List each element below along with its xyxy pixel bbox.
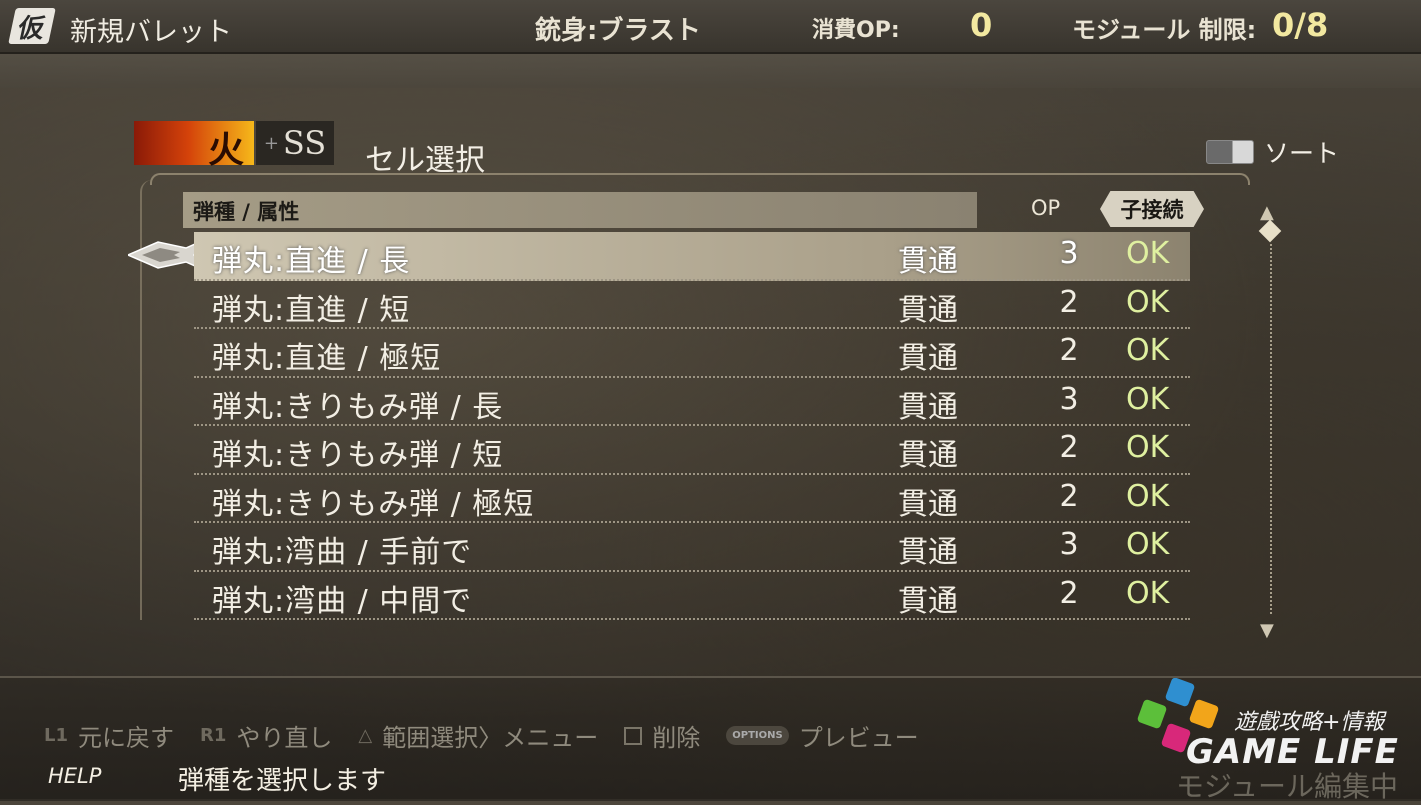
row-child-connect: OK (1126, 236, 1170, 271)
row-name: 弾丸:直進 / 長 (212, 244, 411, 279)
row-op: 2 (1059, 430, 1079, 465)
row-op: 2 (1059, 333, 1079, 368)
row-name: 弾丸:直進 / 極短 (212, 341, 442, 376)
row-name: 弾丸:湾曲 / 中間で (212, 583, 473, 619)
redo-label: やり直し (236, 724, 333, 752)
barrel-type: 銃身:ブラスト (535, 16, 701, 46)
range-select-hint[interactable]: △ 範囲選択〉メニュー (358, 718, 598, 753)
table-header-bar (183, 192, 977, 228)
row-attribute: 貫通 (898, 583, 958, 619)
row-attribute: 貫通 (898, 486, 958, 522)
row-attribute: 貫通 (898, 438, 958, 473)
page-title: 新規バレット (70, 17, 232, 48)
plus-icon: + (263, 132, 279, 154)
row-attribute: 貫通 (898, 341, 958, 376)
table-row[interactable]: 弾丸:直進 / 極短 貫通 2 OK (194, 329, 1190, 378)
row-child-connect: OK (1126, 333, 1170, 368)
op-cost-value: 0 (970, 6, 993, 44)
row-op: 2 (1059, 478, 1079, 514)
row-op: 3 (1059, 381, 1079, 417)
table-row[interactable]: 弾丸:直進 / 短 貫通 2 OK (194, 281, 1190, 329)
table-row[interactable]: 弾丸:きりもみ弾 / 短 貫通 2 OK (194, 426, 1190, 475)
table-row[interactable]: 弾丸:きりもみ弾 / 極短 貫通 2 OK (194, 475, 1190, 523)
undo-hint[interactable]: L1 元に戻す (44, 718, 174, 753)
row-child-connect: OK (1126, 527, 1170, 562)
delete-label: 削除 (652, 724, 701, 752)
editing-status: モジュール編集中 (1176, 770, 1399, 803)
options-button-icon: OPTIONS (726, 726, 789, 745)
table-row[interactable]: 弾丸:直進 / 長 貫通 3 OK (194, 232, 1190, 281)
row-name: 弾丸:きりもみ弾 / 極短 (212, 486, 535, 522)
undo-label: 元に戻す (78, 724, 174, 752)
square-button-icon (624, 726, 643, 745)
help-text: 弾種を選択します (178, 766, 387, 796)
row-name: 弾丸:きりもみ弾 / 長 (212, 389, 504, 425)
module-limit-label: モジュール 制限: (1072, 16, 1257, 44)
table-row[interactable]: 弾丸:湾曲 / 中間で 貫通 2 OK (194, 572, 1190, 620)
row-op: 3 (1059, 236, 1079, 271)
touchpad-icon (1206, 140, 1254, 164)
column-header-child[interactable]: 子接続 (1100, 191, 1204, 227)
scroll-thumb[interactable] (1258, 219, 1282, 243)
redo-hint[interactable]: R1 やり直し (200, 718, 332, 753)
fire-element-badge: 火 (134, 121, 254, 171)
triangle-button-icon: △ (358, 725, 373, 746)
row-child-connect: OK (1126, 381, 1170, 417)
size-badge: + SS (256, 121, 334, 165)
bullet-list: 弾丸:直進 / 長 貫通 3 OK 弾丸:直進 / 短 貫通 2 OK 弾丸:直… (194, 232, 1190, 620)
size-label: SS (282, 124, 327, 162)
sort-label: ソート (1264, 139, 1340, 168)
control-hints: L1 元に戻す R1 やり直し △ 範囲選択〉メニュー 削除 OPTIONS プ… (44, 718, 945, 753)
scroll-up-icon[interactable]: ▲ (1260, 202, 1274, 223)
row-op: 3 (1059, 527, 1079, 562)
range-select-label: 範囲選択〉メニュー (382, 724, 599, 752)
row-child-connect: OK (1126, 575, 1170, 611)
scroll-down-icon[interactable]: ▼ (1260, 620, 1274, 641)
help-label: HELP (48, 764, 102, 788)
row-op: 2 (1059, 575, 1079, 611)
l1-button-icon: L1 (44, 725, 68, 746)
preview-label: プレビュー (798, 724, 919, 752)
fire-element-label: 火 (207, 129, 244, 171)
table-row[interactable]: 弾丸:きりもみ弾 / 長 貫通 3 OK (194, 378, 1190, 426)
row-name: 弾丸:きりもみ弾 / 短 (212, 438, 504, 473)
r1-button-icon: R1 (200, 725, 227, 746)
sub-band (0, 54, 1421, 88)
module-limit-value: 0/8 (1272, 6, 1329, 44)
op-cost-label: 消費OP: (812, 18, 900, 43)
delete-hint[interactable]: 削除 (624, 718, 700, 753)
table-row[interactable]: 弾丸:湾曲 / 手前で 貫通 3 OK (194, 523, 1190, 572)
sort-button[interactable]: ソート (1206, 134, 1339, 170)
row-attribute: 貫通 (898, 292, 958, 328)
top-bar: 仮 新規バレット 銃身:ブラスト 消費OP: 0 モジュール 制限: 0/8 (0, 0, 1421, 54)
row-child-connect: OK (1126, 430, 1170, 465)
row-child-connect: OK (1126, 478, 1170, 514)
row-name: 弾丸:湾曲 / 手前で (212, 535, 473, 570)
column-header-type: 弾種 / 属性 (193, 200, 300, 224)
row-attribute: 貫通 (898, 535, 958, 570)
row-op: 2 (1059, 284, 1079, 320)
panel-frame (150, 173, 1250, 185)
selection-cursor-icon (128, 239, 204, 271)
row-attribute: 貫通 (898, 389, 958, 425)
preview-hint[interactable]: OPTIONS プレビュー (726, 718, 919, 753)
app-badge-icon: 仮 (8, 8, 56, 44)
row-name: 弾丸:直進 / 短 (212, 292, 411, 328)
scroll-track[interactable] (1270, 244, 1272, 614)
row-child-connect: OK (1126, 284, 1170, 320)
column-header-op: OP (1031, 196, 1061, 220)
row-attribute: 貫通 (898, 244, 958, 279)
